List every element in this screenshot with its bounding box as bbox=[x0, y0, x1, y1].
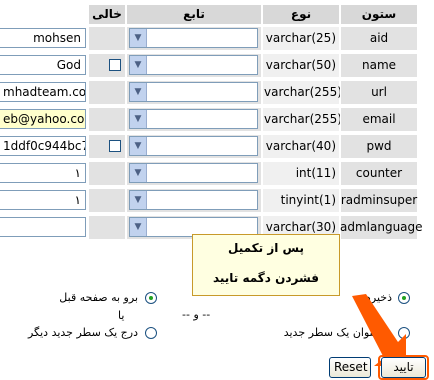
insert-form-table: خالی تابع نوع ستون mohsen ▼ varchar(25) ai… bbox=[0, 0, 434, 244]
row-value-field[interactable] bbox=[0, 217, 86, 237]
row-type: varchar(50) bbox=[265, 58, 336, 72]
row-value-field[interactable]: mhadteam.com bbox=[0, 82, 86, 102]
row-type: varchar(25) bbox=[265, 31, 336, 45]
row-null-cell bbox=[88, 80, 126, 105]
instruction-tooltip: پس از تکمیل فشردن دگمه تایید bbox=[192, 234, 340, 296]
row-value-field[interactable]: mohsen bbox=[0, 28, 86, 48]
row-type: varchar(255) bbox=[264, 112, 342, 126]
chevron-down-icon[interactable]: ▼ bbox=[130, 191, 147, 209]
function-select[interactable]: ▼ bbox=[129, 190, 258, 210]
row-column-name: url bbox=[371, 85, 387, 99]
chevron-down-icon[interactable]: ▼ bbox=[130, 83, 147, 101]
and-separator: -- و -- bbox=[182, 308, 211, 321]
row-column-name: radminsuper bbox=[340, 193, 418, 207]
function-select[interactable]: ▼ bbox=[129, 136, 258, 156]
confirm-highlight-box bbox=[378, 355, 429, 380]
null-checkbox[interactable] bbox=[109, 140, 121, 152]
row-type: varchar(255) bbox=[264, 85, 342, 99]
radio-go-back[interactable] bbox=[145, 292, 157, 304]
function-select[interactable]: ▼ bbox=[129, 82, 258, 102]
function-select[interactable]: ▼ bbox=[129, 55, 258, 75]
row-value-field[interactable]: ١ bbox=[0, 190, 86, 210]
function-select[interactable]: ▼ bbox=[129, 28, 258, 48]
function-select[interactable]: ▼ bbox=[129, 109, 258, 129]
row-value-field[interactable]: 1ddf0c944bc72 bbox=[0, 136, 86, 156]
row-value-field[interactable]: eb@yahoo.com bbox=[0, 109, 86, 129]
row-null-cell bbox=[88, 161, 126, 186]
chevron-down-icon[interactable]: ▼ bbox=[130, 110, 147, 128]
chevron-down-icon[interactable]: ▼ bbox=[130, 164, 147, 182]
go-back-label: برو به صفحه قبل bbox=[59, 291, 138, 304]
tooltip-line-2: فشردن دگمه تایید bbox=[212, 271, 320, 285]
row-column-name: pwd bbox=[366, 139, 392, 153]
row-value-field[interactable]: God bbox=[0, 55, 86, 75]
row-column-name: aid bbox=[369, 31, 389, 45]
header-function: تابع bbox=[126, 4, 262, 25]
tooltip-line-1: پس از تکمیل bbox=[228, 241, 304, 255]
header-type: نوع bbox=[262, 4, 340, 25]
row-type: tinyint(1) bbox=[280, 193, 336, 207]
chevron-down-icon[interactable]: ▼ bbox=[130, 56, 147, 74]
row-column-name: name bbox=[361, 58, 397, 72]
function-select[interactable]: ▼ bbox=[129, 163, 258, 183]
chevron-down-icon[interactable]: ▼ bbox=[130, 137, 147, 155]
row-column-name: counter bbox=[355, 166, 403, 180]
null-checkbox[interactable] bbox=[109, 59, 121, 71]
chevron-down-icon[interactable]: ▼ bbox=[130, 218, 147, 236]
row-null-cell bbox=[88, 107, 126, 132]
row-null-cell bbox=[88, 215, 126, 240]
reset-button[interactable]: Reset bbox=[329, 357, 371, 378]
row-value-field[interactable]: ١ bbox=[0, 163, 86, 183]
chevron-down-icon[interactable]: ▼ bbox=[130, 29, 147, 47]
header-null: خالی bbox=[88, 4, 126, 25]
row-column-name: email bbox=[362, 112, 396, 126]
row-type: varchar(40) bbox=[265, 139, 336, 153]
or-label-left: یا bbox=[118, 309, 125, 322]
radio-insert-another[interactable] bbox=[145, 327, 157, 339]
header-column: ستون bbox=[340, 4, 418, 25]
row-null-cell bbox=[88, 26, 126, 51]
row-type: int(11) bbox=[295, 166, 336, 180]
row-null-cell bbox=[88, 188, 126, 213]
row-column-name: admlanguage bbox=[340, 220, 423, 234]
insert-another-label: درج یک سطر جدید دیگر bbox=[27, 326, 138, 339]
